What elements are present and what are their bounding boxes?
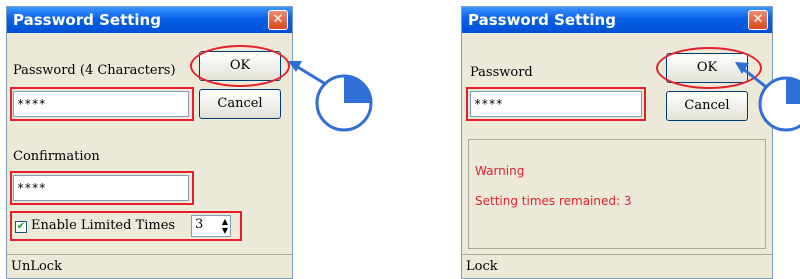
click-pointer-icon [735,62,800,132]
click-pointer-icon [288,61,373,132]
pointer-overlay [288,61,800,132]
